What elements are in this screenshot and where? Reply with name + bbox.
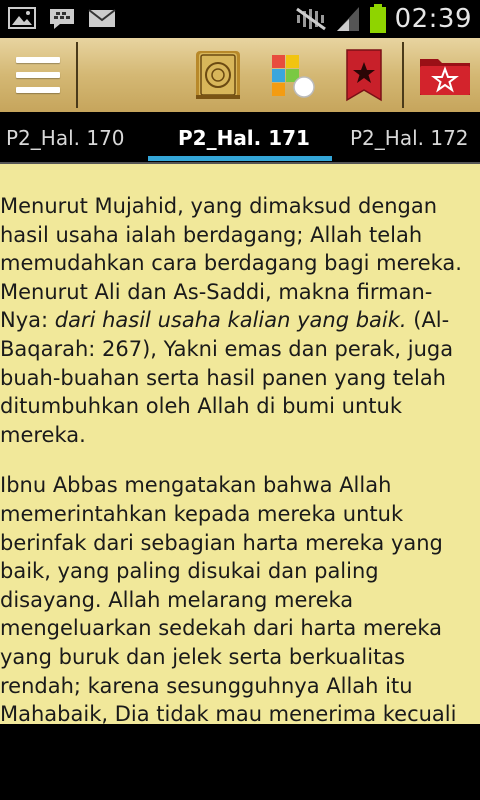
bbm-notification-icon: [50, 9, 74, 29]
menu-button[interactable]: [0, 38, 76, 112]
action-bar: [0, 38, 480, 114]
quoted-verse: dari hasil usaha kalian yang baik.: [54, 308, 407, 333]
favorites-folder-icon: [420, 59, 470, 95]
page-content[interactable]: Menurut Mujahid, yang dimaksud dengan ha…: [0, 164, 480, 724]
status-bar: 02:39: [0, 0, 480, 38]
status-time: 02:39: [394, 4, 472, 34]
tab-next-page[interactable]: P2_Hal. 172: [350, 126, 469, 150]
email-notification-icon: [88, 9, 116, 27]
paragraph-1: Menurut Mujahid, yang dimaksud dengan ha…: [0, 192, 480, 449]
action-bar-divider: [76, 42, 78, 108]
bottom-blank-area: [0, 724, 480, 800]
mute-icon: [295, 7, 326, 31]
puzzle-button[interactable]: [264, 38, 320, 112]
favorites-button[interactable]: [412, 38, 478, 112]
bookmark-icon: [346, 49, 382, 102]
active-tab-indicator: [148, 156, 332, 161]
action-bar-divider: [402, 42, 404, 108]
quran-button[interactable]: [190, 38, 246, 112]
tab-prev-page[interactable]: P2_Hal. 170: [6, 126, 125, 150]
bookmark-button[interactable]: [338, 38, 390, 112]
menu-icon: [16, 57, 60, 93]
puzzle-icon: [272, 55, 315, 98]
paragraph-2: Ibnu Abbas mengatakan bahwa Allah memeri…: [0, 473, 457, 724]
signal-icon: [336, 7, 359, 31]
quran-book-icon: [196, 51, 240, 99]
tab-current-page[interactable]: P2_Hal. 171: [178, 126, 310, 150]
gallery-notification-icon: [8, 7, 36, 29]
battery-icon: [369, 4, 386, 33]
